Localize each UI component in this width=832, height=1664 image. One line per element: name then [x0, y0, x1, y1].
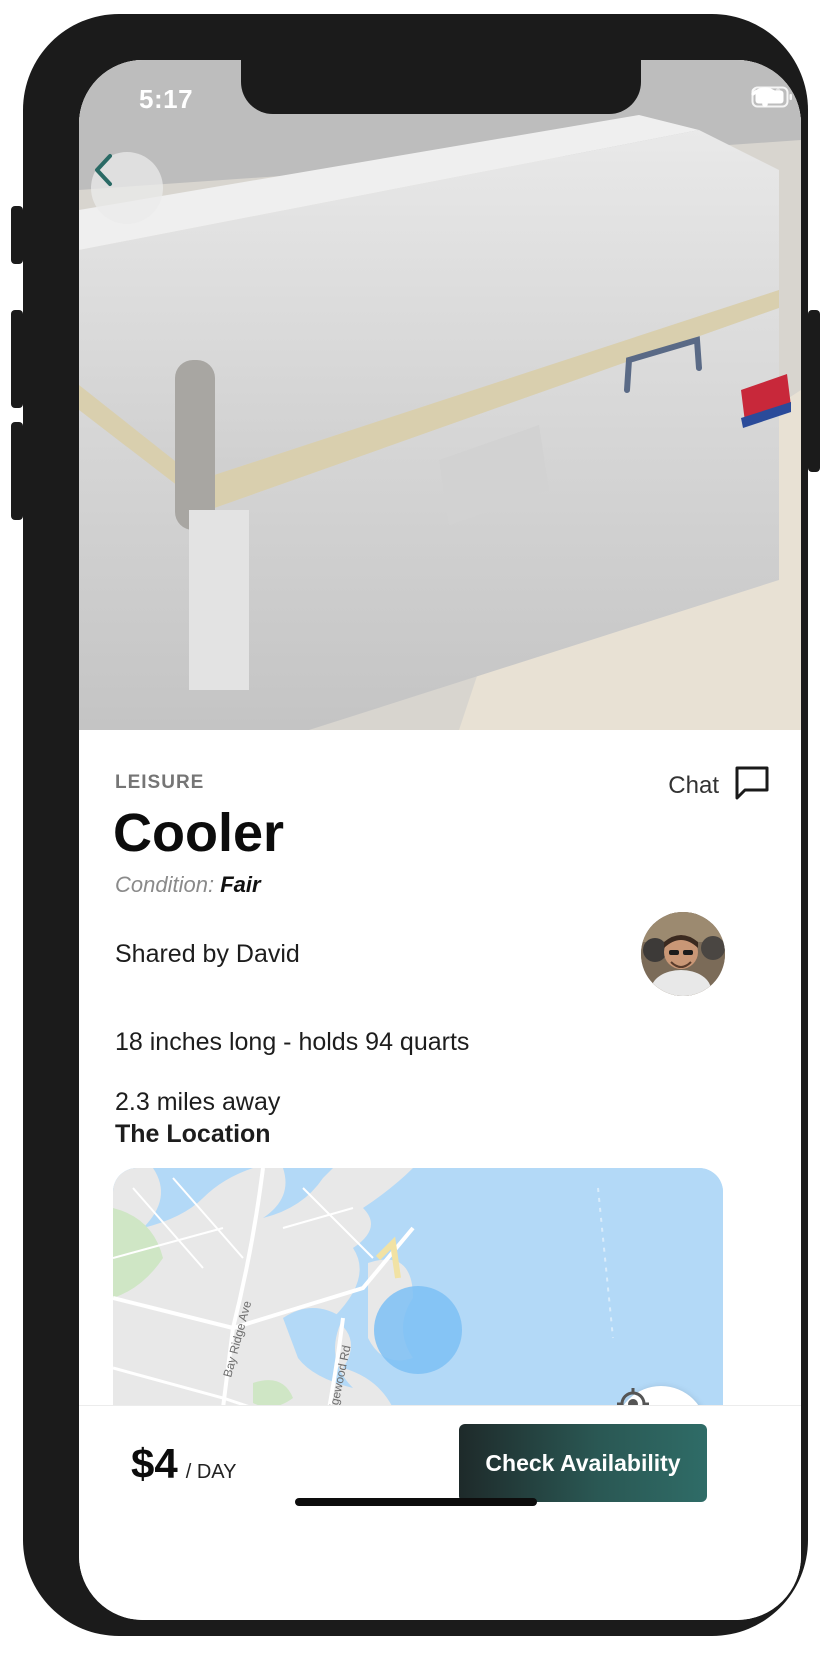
price-amount: $4	[131, 1440, 178, 1487]
item-details: LEISURE Chat Cooler Condition: Fair Shar…	[79, 730, 801, 1488]
price-unit: / DAY	[185, 1461, 237, 1483]
item-distance: 2.3 miles away	[115, 1088, 280, 1117]
booking-bar: $4 / DAY Check Availability	[79, 1405, 801, 1620]
chat-button[interactable]: Chat	[668, 764, 771, 807]
owner-avatar[interactable]	[641, 912, 725, 996]
price: $4 / DAY	[131, 1440, 236, 1488]
volume-up-button	[11, 310, 23, 408]
chat-label: Chat	[668, 771, 719, 799]
device-notch	[241, 60, 641, 114]
item-condition: Condition: Fair	[115, 872, 261, 898]
power-button	[808, 310, 820, 472]
back-button[interactable]	[91, 152, 163, 224]
phone-frame: 5:17 LEISURE Chat Cooler Condition: Fair…	[11, 14, 820, 1636]
distance-suffix: miles away	[156, 1088, 281, 1116]
volume-down-button	[11, 422, 23, 520]
item-title: Cooler	[113, 803, 285, 863]
mute-switch	[11, 206, 23, 264]
condition-value: Fair	[220, 872, 261, 897]
app-screen: 5:17 LEISURE Chat Cooler Condition: Fair…	[79, 60, 801, 1620]
item-description: 18 inches long - holds 94 quarts	[115, 1028, 470, 1056]
distance-value: 2.3	[115, 1088, 150, 1116]
cooler-image	[79, 60, 801, 730]
item-photo: 5:17	[79, 60, 801, 730]
shared-by-prefix: Shared by	[115, 940, 229, 968]
status-time: 5:17	[139, 84, 194, 114]
shared-by: Shared by David	[115, 940, 300, 969]
item-category: LEISURE	[115, 772, 205, 793]
location-title: The Location	[115, 1120, 271, 1148]
home-indicator	[295, 1498, 537, 1506]
check-availability-button[interactable]: Check Availability	[459, 1424, 707, 1502]
chat-bubble-icon	[733, 764, 771, 807]
condition-label: Condition:	[115, 872, 215, 897]
owner-name[interactable]: David	[236, 940, 300, 968]
